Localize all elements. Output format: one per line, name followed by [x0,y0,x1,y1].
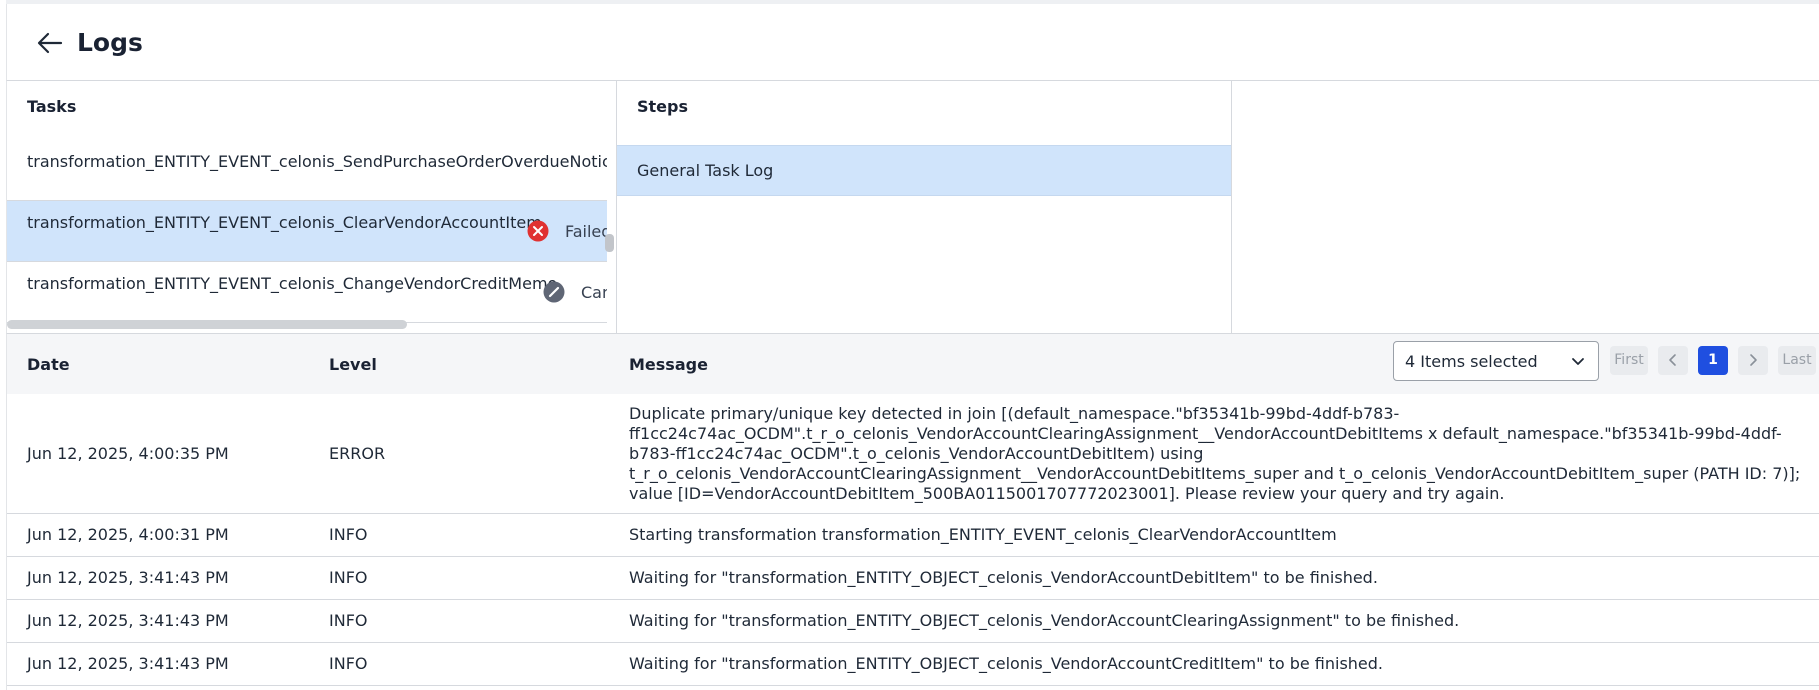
steps-pane: Steps General Task Log [617,81,1232,333]
column-header-date[interactable]: Date [27,353,70,377]
task-list: transformation_ENTITY_EVENT_celonis_Send… [7,140,607,323]
page-title: Logs [77,28,143,57]
column-header-level[interactable]: Level [329,353,377,377]
logs-page: Logs Tasks transformation_ENTITY_EVENT_c… [6,0,1819,690]
prev-page-button[interactable] [1658,346,1688,375]
chevron-left-icon [1669,354,1676,366]
arrow-left-icon [37,32,63,54]
table-row: Jun 12, 2025, 3:41:43 PM INFO Waiting fo… [7,643,1819,686]
table-row: Jun 12, 2025, 4:00:35 PM ERROR Duplicate… [7,394,1819,514]
log-level: INFO [329,568,368,587]
log-rows: Jun 12, 2025, 4:00:35 PM ERROR Duplicate… [7,394,1819,686]
task-status: Failed [565,222,607,241]
next-page-button[interactable] [1738,346,1768,375]
filter-label: 4 Items selected [1405,352,1538,371]
column-header-message[interactable]: Message [629,353,708,377]
cancel-icon [543,281,565,303]
log-table-header: Date Level Message 4 Items selected Firs… [7,334,1819,394]
tasks-title: Tasks [27,97,77,116]
last-page-button[interactable]: Last [1778,346,1816,375]
log-message: Waiting for "transformation_ENTITY_OBJEC… [629,611,1460,630]
tasks-vertical-scrollbar[interactable] [605,234,614,252]
tasks-steps-panes: Tasks transformation_ENTITY_EVENT_celoni… [6,81,1819,333]
log-date: Jun 12, 2025, 3:41:43 PM [27,611,229,630]
log-message: Waiting for "transformation_ENTITY_OBJEC… [629,568,1378,587]
log-date: Jun 12, 2025, 3:41:43 PM [27,654,229,673]
task-row-selected[interactable]: transformation_ENTITY_EVENT_celonis_Clea… [7,201,607,262]
table-row: Jun 12, 2025, 3:41:43 PM INFO Waiting fo… [7,557,1819,600]
log-level: INFO [329,525,368,544]
task-row[interactable]: transformation_ENTITY_EVENT_celonis_Chan… [7,262,607,323]
task-name: transformation_ENTITY_EVENT_celonis_Send… [27,152,607,171]
chevron-down-icon [1572,358,1584,365]
log-message: Starting transformation transformation_E… [629,525,1337,544]
step-label: General Task Log [637,161,774,180]
current-page-button[interactable]: 1 [1698,346,1728,375]
log-date: Jun 12, 2025, 3:41:43 PM [27,568,229,587]
log-level: ERROR [329,444,386,463]
steps-title: Steps [637,97,688,116]
task-name: transformation_ENTITY_EVENT_celonis_Chan… [27,274,558,293]
page-header: Logs [6,4,1819,81]
chevron-right-icon [1750,354,1757,366]
task-status: Canceled [581,283,607,302]
error-icon [527,220,549,242]
tasks-pane: Tasks transformation_ENTITY_EVENT_celoni… [7,81,617,333]
table-row: Jun 12, 2025, 4:00:31 PM INFO Starting t… [7,514,1819,557]
log-message: Waiting for "transformation_ENTITY_OBJEC… [629,654,1383,673]
log-message: Duplicate primary/unique key detected in… [629,404,1801,503]
task-row[interactable]: transformation_ENTITY_EVENT_celonis_Send… [7,140,607,201]
step-row-selected[interactable]: General Task Log [617,145,1231,196]
first-page-button[interactable]: First [1610,346,1648,375]
log-date: Jun 12, 2025, 4:00:35 PM [27,444,229,463]
log-level: INFO [329,611,368,630]
table-row: Jun 12, 2025, 3:41:43 PM INFO Waiting fo… [7,600,1819,643]
log-table: Date Level Message 4 Items selected Firs… [6,333,1819,690]
back-button[interactable] [33,26,67,60]
tasks-horizontal-scrollbar[interactable] [7,320,407,329]
task-name: transformation_ENTITY_EVENT_celonis_Clea… [27,213,542,232]
log-date: Jun 12, 2025, 4:00:31 PM [27,525,229,544]
level-filter-select[interactable]: 4 Items selected [1393,341,1599,381]
log-level: INFO [329,654,368,673]
